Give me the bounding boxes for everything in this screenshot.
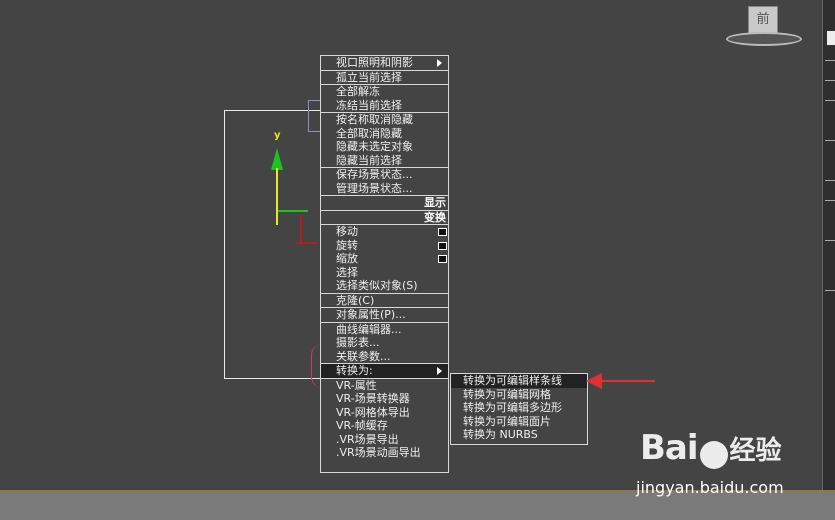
shape-outline-bottom: [224, 378, 320, 379]
menu-item-vr-mesh-export[interactable]: VR-网格体导出: [321, 406, 448, 420]
paw-icon: [699, 440, 728, 469]
menu-item-unhide-all[interactable]: 全部取消隐藏: [321, 127, 448, 141]
panel-divider: [825, 100, 835, 101]
convert-to-submenu: 转换为可编辑样条线 转换为可编辑网格 转换为可编辑多边形 转换为可编辑面片 转换…: [450, 373, 588, 445]
menu-item-label: 旋转: [336, 238, 358, 252]
menu-group-scene-states: 保存场景状态... 管理场景状态...: [321, 168, 448, 196]
shape-outline-left: [224, 110, 225, 378]
shape-outline-top: [224, 110, 320, 111]
submenu-arrow-icon: [437, 367, 442, 375]
menu-item-label: 转换为:: [336, 364, 373, 377]
menu-group-clone: 克隆(C): [321, 294, 448, 308]
menu-item-viewport-lighting[interactable]: 视口照明和阴影: [321, 56, 448, 70]
panel-divider: [825, 200, 835, 201]
baidu-watermark: Bai 经验: [640, 428, 782, 469]
panel-divider: [825, 60, 835, 61]
menu-item-isolate-selection[interactable]: 孤立当前选择: [321, 71, 448, 85]
menu-item-curve-editor[interactable]: 曲线编辑器...: [321, 323, 448, 337]
submenu-item-editable-patch[interactable]: 转换为可编辑面片: [451, 415, 587, 429]
view-cube-front-icon[interactable]: 前: [748, 6, 778, 34]
menu-item-convert-to[interactable]: 转换为:: [321, 364, 448, 378]
submenu-item-editable-mesh[interactable]: 转换为可编辑网格: [451, 388, 587, 402]
menu-item-vr-properties[interactable]: VR-属性: [321, 379, 448, 393]
menu-item-object-properties[interactable]: 对象属性(P)...: [321, 308, 448, 322]
menu-group-editors: 曲线编辑器... 摄影表... 关联参数...: [321, 323, 448, 364]
menu-header-transform: 变换: [321, 211, 448, 225]
panel-divider: [825, 140, 835, 141]
y-axis-label: y: [274, 130, 281, 141]
watermark-url: jingyan.baidu.com: [636, 478, 784, 497]
menu-item-unfreeze-all[interactable]: 全部解冻: [321, 85, 448, 99]
menu-group-vray: VR-属性 VR-场景转换器 VR-网格体导出 VR-帧缓存 .VR场景导出 .…: [321, 379, 448, 460]
menu-group-freeze: 全部解冻 冻结当前选择: [321, 85, 448, 113]
menu-item-label: 移动: [336, 225, 358, 238]
menu-group-isolate: 孤立当前选择: [321, 71, 448, 85]
menu-item-select[interactable]: 选择: [321, 266, 448, 280]
view-cube-ring[interactable]: [726, 32, 802, 46]
panel-divider: [825, 180, 835, 181]
menu-item-wire-parameters[interactable]: 关联参数...: [321, 350, 448, 364]
submenu-item-nurbs[interactable]: 转换为 NURBS: [451, 428, 587, 442]
options-box-icon[interactable]: [438, 241, 447, 250]
menu-item-label: 缩放: [336, 252, 358, 265]
x-axis-line[interactable]: [278, 210, 308, 212]
menu-item-scale[interactable]: 缩放: [321, 252, 448, 266]
watermark-suffix: 经验: [729, 436, 782, 466]
menu-item-unhide-by-name[interactable]: 按名称取消隐藏: [321, 113, 448, 127]
y-axis-arrow-icon[interactable]: [271, 148, 283, 170]
menu-item-label: 视口照明和阴影: [336, 56, 413, 69]
menu-item-vr-scene-animation-export[interactable]: .VR场景动画导出: [321, 446, 448, 460]
annotation-arrow-line: [600, 380, 655, 382]
menu-item-rotate[interactable]: 旋转: [321, 239, 448, 253]
submenu-item-editable-poly[interactable]: 转换为可编辑多边形: [451, 401, 587, 415]
submenu-item-editable-spline[interactable]: 转换为可编辑样条线: [451, 374, 587, 388]
panel-button[interactable]: [826, 30, 835, 46]
menu-item-clone[interactable]: 克隆(C): [321, 294, 448, 308]
menu-item-vr-frame-buffer[interactable]: VR-帧缓存: [321, 419, 448, 433]
menu-item-freeze-selection[interactable]: 冻结当前选择: [321, 99, 448, 113]
menu-item-hide-unselected[interactable]: 隐藏未选定对象: [321, 140, 448, 154]
menu-group-lighting: 视口照明和阴影: [321, 56, 448, 71]
options-box-icon[interactable]: [438, 255, 447, 263]
menu-item-dope-sheet[interactable]: 摄影表...: [321, 336, 448, 350]
menu-group-transform: 移动 旋转 缩放 选择 选择类似对象(S): [321, 225, 448, 294]
menu-group-convert: 转换为:: [321, 364, 448, 379]
menu-item-vr-scene-converter[interactable]: VR-场景转换器: [321, 392, 448, 406]
menu-group-properties: 对象属性(P)...: [321, 308, 448, 323]
menu-item-hide-selection[interactable]: 隐藏当前选择: [321, 154, 448, 168]
quad-context-menu: 视口照明和阴影 孤立当前选择 全部解冻 冻结当前选择 按名称取消隐藏 全部取消隐…: [320, 55, 449, 473]
command-panel-edge[interactable]: [823, 0, 835, 490]
pivot-marker: [300, 215, 302, 243]
panel-divider: [825, 80, 835, 81]
panel-divider: [825, 240, 835, 241]
menu-item-save-scene-state[interactable]: 保存场景状态...: [321, 168, 448, 182]
menu-item-select-similar[interactable]: 选择类似对象(S): [321, 279, 448, 293]
pivot-marker-base: [296, 242, 318, 244]
submenu-arrow-icon: [437, 59, 442, 67]
menu-group-hide: 按名称取消隐藏 全部取消隐藏 隐藏未选定对象 隐藏当前选择: [321, 113, 448, 168]
menu-item-manage-scene-states[interactable]: 管理场景状态...: [321, 182, 448, 196]
menu-header-display: 显示: [321, 196, 448, 211]
options-box-icon[interactable]: [438, 228, 447, 236]
panel-divider: [825, 290, 835, 291]
watermark-logo: Bai: [640, 428, 699, 468]
y-axis-line[interactable]: [276, 168, 278, 225]
menu-item-move[interactable]: 移动: [321, 225, 448, 239]
menu-item-vr-scene-export[interactable]: .VR场景导出: [321, 433, 448, 447]
